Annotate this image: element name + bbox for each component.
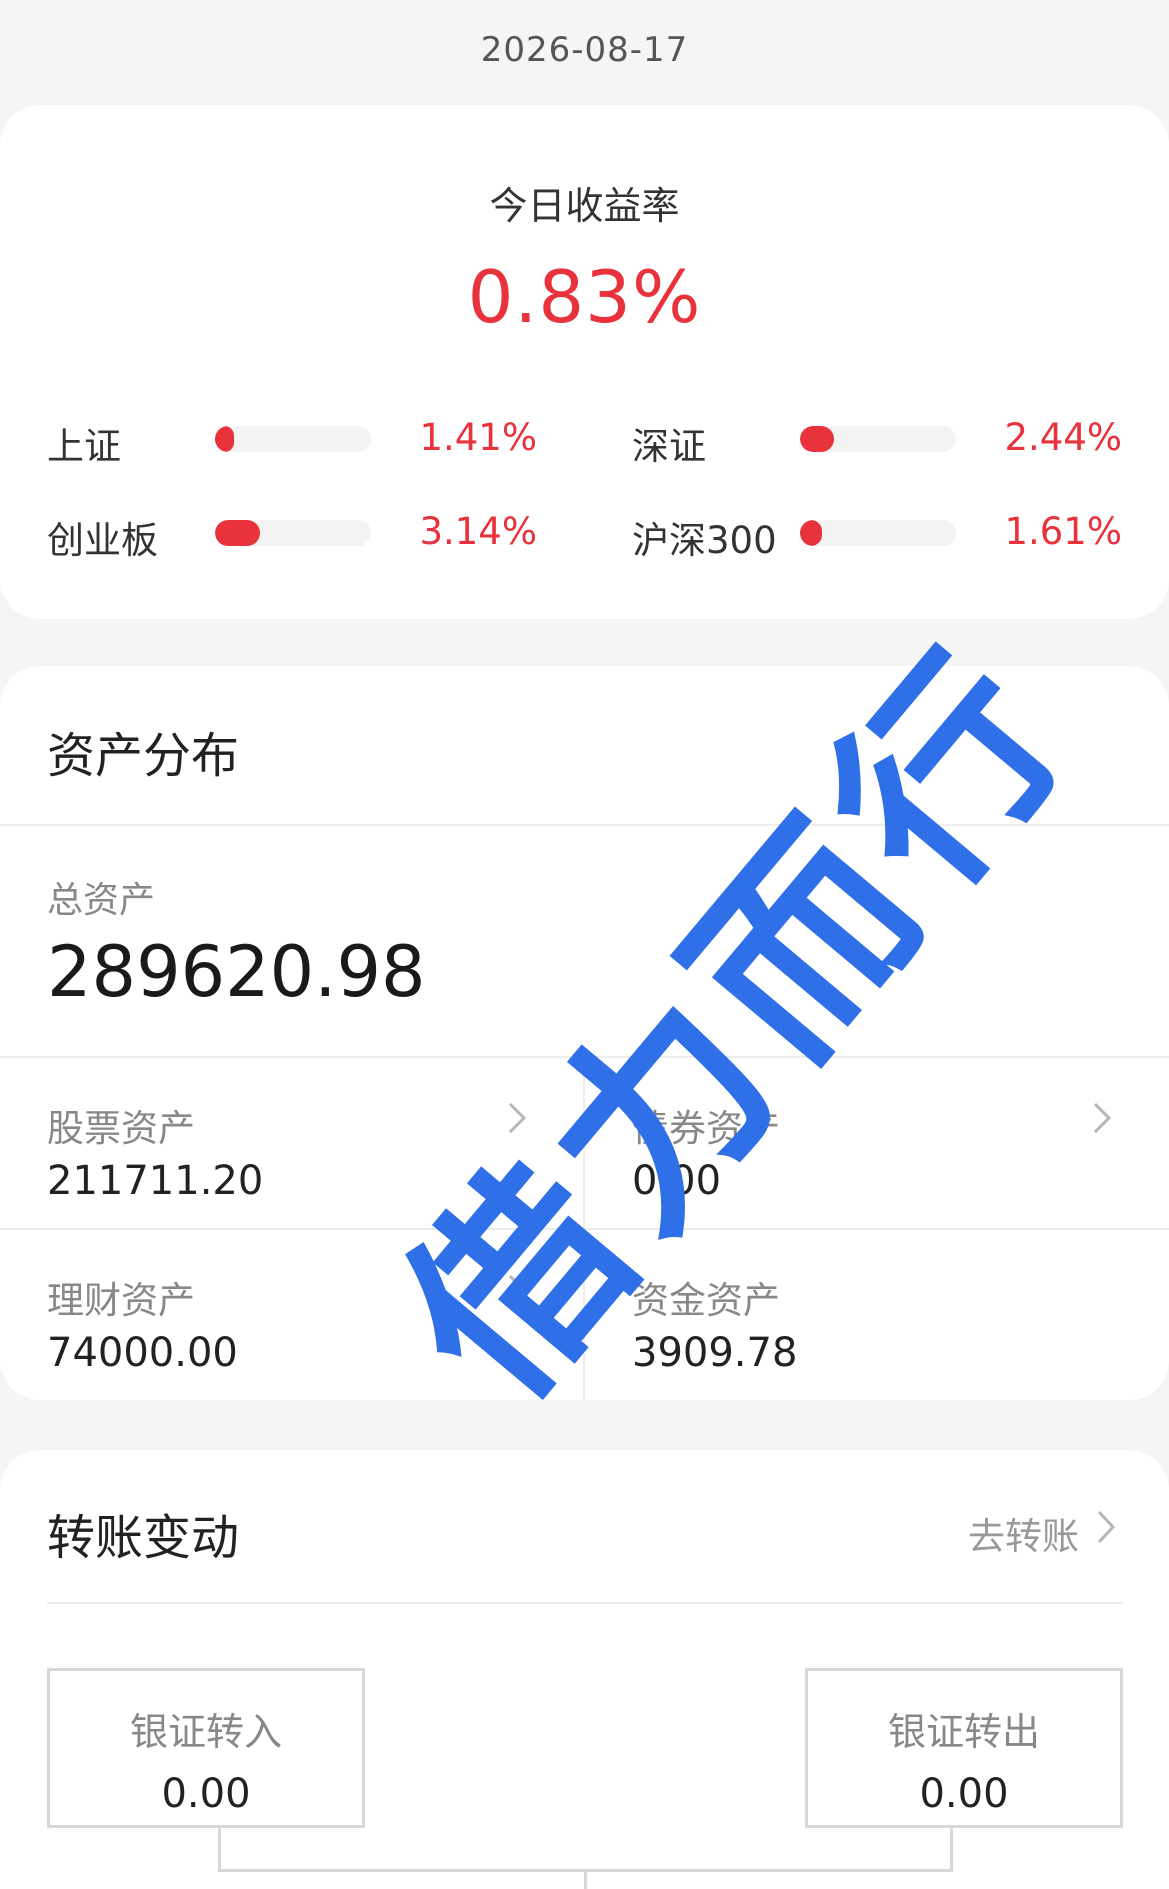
index-value: 2.44% [1004, 416, 1122, 459]
index-bar-fill [800, 426, 835, 452]
stock-assets-cell[interactable]: 股票资产 211711.20 [0, 1058, 584, 1230]
connector-stem [584, 1870, 587, 1889]
transfer-section-title: 转账变动 [47, 1510, 240, 1566]
index-row-csi300: 沪深300 1.61% [632, 506, 1122, 562]
index-row-shenzhen: 深证 2.44% [632, 412, 1122, 468]
today-return-value: 0.83% [467, 255, 702, 339]
bank-transfer-in-label: 银证转入 [129, 1710, 282, 1754]
wealth-assets-label: 理财资产 [47, 1279, 195, 1322]
index-value: 3.14% [419, 510, 537, 553]
wealth-assets-cell[interactable]: 理财资产 74000.00 [0, 1230, 584, 1402]
total-assets-label: 总资产 [47, 880, 156, 921]
wealth-assets-value: 74000.00 [47, 1330, 238, 1376]
index-name: 沪深300 [632, 519, 777, 562]
index-bar-fill [215, 520, 261, 546]
chevron-right-icon[interactable] [1085, 1506, 1125, 1548]
transfer-card: 转账变动 去转账 银证转入 0.00 银证转出 0.00 [0, 1450, 1169, 1889]
bond-assets-cell[interactable]: 债券资产 0.00 [585, 1058, 1169, 1230]
index-name: 创业板 [47, 519, 158, 562]
today-return-label: 今日收益率 [489, 184, 680, 228]
index-value: 1.41% [419, 416, 537, 459]
bank-transfer-in-box: 银证转入 0.00 [47, 1668, 365, 1828]
index-bar [800, 426, 956, 452]
cash-assets-value: 3909.78 [632, 1330, 798, 1376]
index-bar [215, 426, 371, 452]
index-bar [215, 520, 371, 546]
index-bar-fill [800, 520, 822, 546]
stock-assets-value: 211711.20 [47, 1158, 264, 1204]
divider [47, 1602, 1123, 1604]
index-bar-fill [215, 426, 234, 452]
connector-line [218, 1828, 953, 1872]
index-name: 深证 [632, 425, 706, 468]
index-bar [800, 520, 956, 546]
cash-assets-label: 资金资产 [632, 1279, 780, 1322]
cash-assets-cell: 资金资产 3909.78 [585, 1230, 1169, 1402]
index-value: 1.61% [1004, 510, 1122, 553]
today-return-card: 今日收益率 0.83% 上证 1.41% 深证 2.44% 创业板 3.14% … [0, 105, 1169, 619]
bond-assets-label: 债券资产 [632, 1107, 780, 1150]
asset-distribution-card: 资产分布 总资产 289620.98 股票资产 211711.20 债券资产 0… [0, 666, 1169, 1400]
asset-section-title: 资产分布 [47, 728, 240, 784]
bank-transfer-out-label: 银证转出 [887, 1710, 1040, 1754]
chevron-right-icon [508, 1274, 527, 1306]
bank-transfer-out-box: 银证转出 0.00 [805, 1668, 1123, 1828]
chevron-right-icon [1093, 1102, 1112, 1134]
total-assets-value: 289620.98 [47, 931, 426, 1013]
bank-transfer-in-value: 0.00 [161, 1771, 251, 1817]
date-label: 2026-08-17 [480, 30, 689, 70]
stock-assets-label: 股票资产 [47, 1107, 195, 1150]
index-name: 上证 [47, 425, 121, 468]
divider [0, 824, 1169, 826]
bank-transfer-out-value: 0.00 [919, 1771, 1009, 1817]
bond-assets-value: 0.00 [632, 1158, 722, 1204]
chevron-right-icon [508, 1102, 527, 1134]
index-row-chinext: 创业板 3.14% [47, 506, 537, 562]
go-transfer-link[interactable]: 去转账 [968, 1506, 1079, 1560]
index-row-shanghai: 上证 1.41% [47, 412, 537, 468]
